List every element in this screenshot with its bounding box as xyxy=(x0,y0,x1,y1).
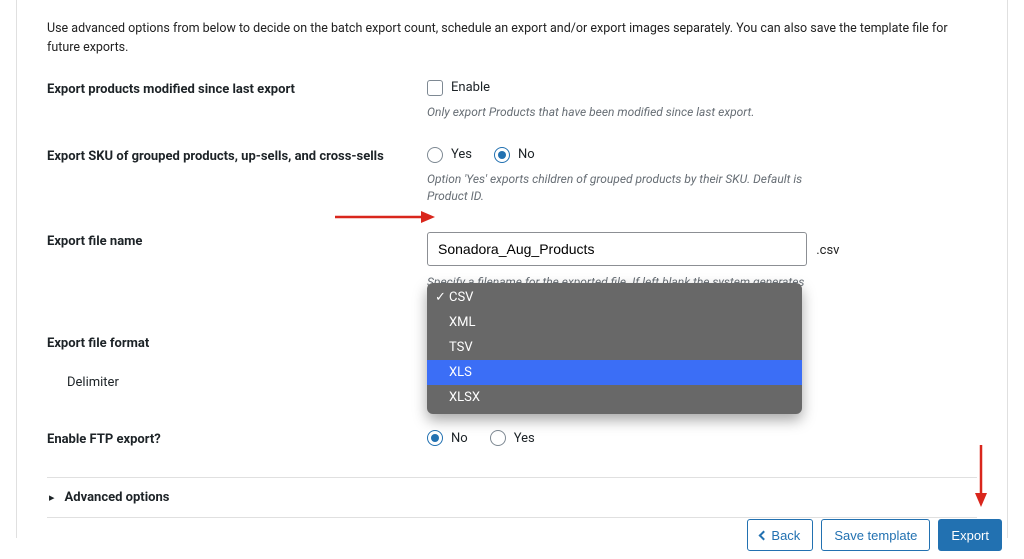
sku-no-label: No xyxy=(518,147,535,162)
save-template-button[interactable]: Save template xyxy=(821,519,930,551)
sku-yes-radio[interactable] xyxy=(427,147,443,163)
label-sku: Export SKU of grouped products, up-sells… xyxy=(47,147,427,164)
export-label: Export xyxy=(951,528,989,543)
filename-suffix: .csv xyxy=(816,243,839,258)
chevron-left-icon xyxy=(759,530,769,540)
advanced-options-title: Advanced options xyxy=(65,490,170,505)
annotation-arrow-export xyxy=(974,445,988,507)
row-export-sku: Export SKU of grouped products, up-sells… xyxy=(47,147,977,206)
sku-yes-label: Yes xyxy=(451,147,472,162)
label-filename: Export file name xyxy=(47,232,427,249)
format-dropdown[interactable]: CSV XML TSV XLS XLSX xyxy=(427,283,802,414)
label-delimiter: Delimiter xyxy=(47,373,427,390)
label-modified: Export products modified since last expo… xyxy=(47,80,427,97)
ftp-yes-radio[interactable] xyxy=(490,430,506,446)
filename-input[interactable] xyxy=(427,232,807,266)
ftp-yes-label: Yes xyxy=(514,431,535,446)
enable-modified-label: Enable xyxy=(451,80,490,95)
dropdown-option-xls[interactable]: XLS xyxy=(427,360,802,385)
enable-modified-checkbox[interactable] xyxy=(427,80,443,96)
dropdown-option-xml[interactable]: XML xyxy=(427,310,802,335)
ftp-no-radio[interactable] xyxy=(427,430,443,446)
annotation-arrow-filename xyxy=(335,210,435,224)
back-button[interactable]: Back xyxy=(747,519,813,551)
footer-actions: Back Save template Export xyxy=(747,519,1002,551)
row-ftp: Enable FTP export? No Yes xyxy=(47,430,977,447)
sku-no-radio[interactable] xyxy=(494,147,510,163)
intro-text: Use advanced options from below to decid… xyxy=(47,20,977,58)
label-format: Export file format xyxy=(47,334,427,351)
save-template-label: Save template xyxy=(834,528,917,543)
label-ftp: Enable FTP export? xyxy=(47,430,427,447)
dropdown-option-csv[interactable]: CSV xyxy=(427,283,802,310)
back-label: Back xyxy=(771,528,800,543)
advanced-options-toggle[interactable]: ▸ Advanced options xyxy=(47,477,977,518)
export-button[interactable]: Export xyxy=(938,519,1002,551)
hint-sku: Option 'Yes' exports children of grouped… xyxy=(427,171,837,206)
chevron-right-icon: ▸ xyxy=(49,491,55,504)
dropdown-option-tsv[interactable]: TSV xyxy=(427,335,802,360)
dropdown-option-xlsx[interactable]: XLSX xyxy=(427,385,802,414)
hint-modified: Only export Products that have been modi… xyxy=(427,104,837,121)
settings-panel: Use advanced options from below to decid… xyxy=(16,0,1008,538)
row-modified-since: Export products modified since last expo… xyxy=(47,80,977,121)
ftp-no-label: No xyxy=(451,431,468,446)
